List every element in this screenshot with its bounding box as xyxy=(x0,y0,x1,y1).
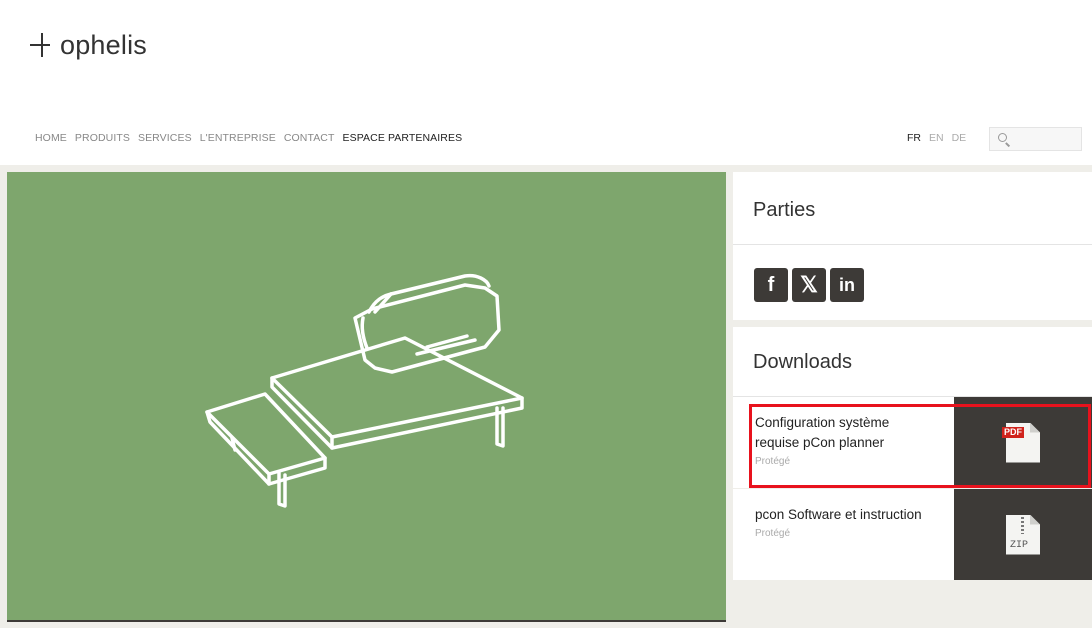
nav-item-contact[interactable]: CONTACT xyxy=(284,132,335,144)
lang-en[interactable]: EN xyxy=(929,132,944,144)
download-item-zip[interactable]: pcon Software et instruction Protégé ZIP xyxy=(733,489,1092,580)
download-item-subtitle: Protégé xyxy=(755,456,791,467)
brand-name: ophelis xyxy=(60,29,147,60)
logo-mark-icon xyxy=(30,31,50,59)
social-buttons: f 𝕏 in xyxy=(754,268,864,302)
xing-icon[interactable]: 𝕏 xyxy=(792,268,826,302)
sofa-illustration-icon xyxy=(205,273,524,508)
linkedin-icon[interactable]: in xyxy=(830,268,864,302)
hero-bottom-edge xyxy=(7,620,726,622)
zip-file-icon: ZIP xyxy=(1006,514,1040,555)
download-item-thumb[interactable]: PDF xyxy=(954,397,1092,488)
downloads-panel-title: Downloads xyxy=(753,351,852,373)
share-panel-title: Parties xyxy=(753,199,816,221)
nav-item-home[interactable]: HOME xyxy=(35,132,67,144)
downloads-panel-header: Downloads xyxy=(733,327,1092,397)
hero-image xyxy=(7,172,726,621)
lang-fr[interactable]: FR xyxy=(907,132,921,144)
download-item-thumb[interactable]: ZIP xyxy=(954,489,1092,580)
pdf-file-icon: PDF xyxy=(1002,422,1040,463)
search-input[interactable] xyxy=(1017,133,1079,145)
download-item-subtitle: Protégé xyxy=(755,528,791,539)
download-item-text: pcon Software et instruction Protégé xyxy=(755,505,935,539)
download-item-title: pcon Software et instruction xyxy=(755,507,922,522)
nav-item-entreprise[interactable]: L'ENTREPRISE xyxy=(200,132,276,144)
brand-logo[interactable]: ophelis xyxy=(30,28,147,62)
share-panel-divider xyxy=(733,244,1092,245)
main-nav: HOME PRODUITS SERVICES L'ENTREPRISE CONT… xyxy=(35,132,462,144)
download-item-title: Configuration système requise pCon plann… xyxy=(755,415,890,450)
search-icon[interactable] xyxy=(998,132,1011,147)
nav-item-services[interactable]: SERVICES xyxy=(138,132,192,144)
download-item-text: Configuration système requise pCon plann… xyxy=(755,413,935,467)
nav-item-produits[interactable]: PRODUITS xyxy=(75,132,130,144)
language-switcher: FR EN DE xyxy=(907,132,966,144)
nav-item-espace-partenaires[interactable]: ESPACE PARTENAIRES xyxy=(343,132,463,144)
lang-de[interactable]: DE xyxy=(952,132,967,144)
search-box[interactable] xyxy=(989,127,1082,151)
facebook-icon[interactable]: f xyxy=(754,268,788,302)
download-item-pdf[interactable]: Configuration système requise pCon plann… xyxy=(733,397,1092,488)
